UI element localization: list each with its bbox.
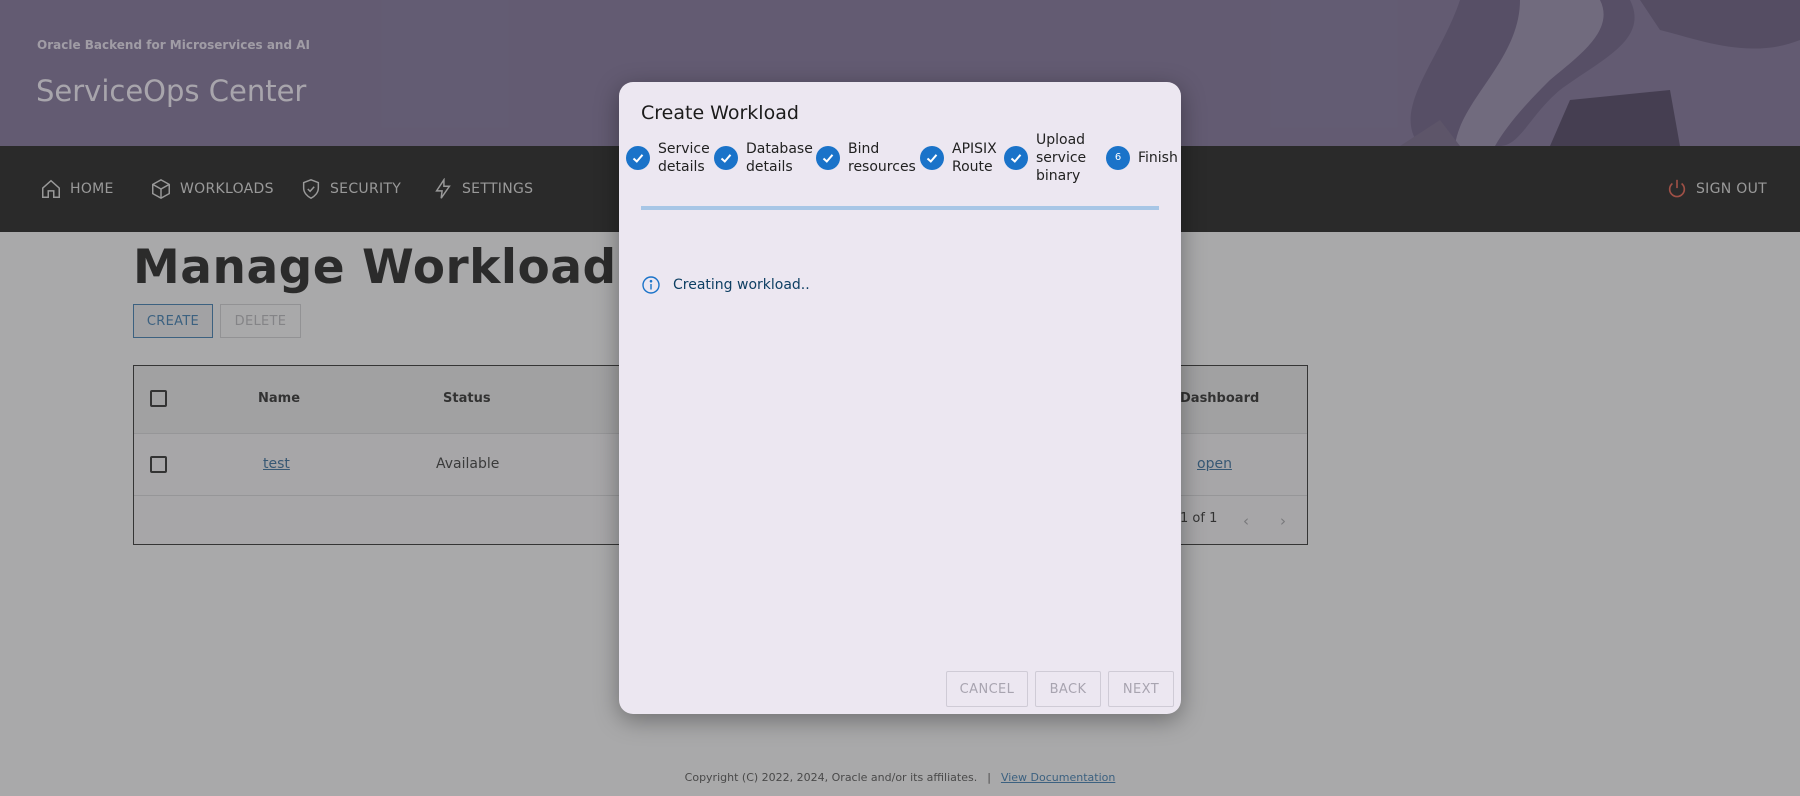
step-label-line: details bbox=[746, 159, 793, 175]
step-number-badge: 6 bbox=[1106, 146, 1130, 170]
next-button[interactable]: NEXT bbox=[1108, 671, 1174, 707]
step-label-line: APISIX bbox=[952, 141, 997, 157]
step-number: 6 bbox=[1114, 152, 1122, 163]
step-label-line: Route bbox=[952, 159, 993, 175]
info-message-text: Creating workload.. bbox=[673, 277, 810, 293]
step-label-line: Bind bbox=[848, 141, 880, 157]
step-complete-check-icon bbox=[626, 146, 650, 170]
step-label-line: details bbox=[658, 159, 705, 175]
step-database-details: Database details bbox=[714, 134, 813, 182]
cancel-button[interactable]: CANCEL bbox=[946, 671, 1028, 707]
step-complete-check-icon bbox=[1004, 146, 1028, 170]
step-label-line: Database bbox=[746, 141, 813, 157]
step-complete-check-icon bbox=[714, 146, 738, 170]
stepper-progress-bar bbox=[641, 206, 1159, 210]
create-workload-dialog: Create Workload Service details Database d… bbox=[619, 82, 1181, 714]
dialog-title: Create Workload bbox=[641, 102, 799, 124]
step-label-line: resources bbox=[848, 159, 916, 175]
step-label-line: Finish bbox=[1138, 150, 1178, 166]
step-bind-resources: Bind resources bbox=[816, 134, 916, 182]
step-label-line: Upload bbox=[1036, 132, 1086, 148]
step-service-details: Service details bbox=[626, 134, 710, 182]
info-circle-icon bbox=[642, 276, 660, 294]
step-finish: 6 Finish bbox=[1106, 134, 1178, 182]
back-button[interactable]: BACK bbox=[1035, 671, 1101, 707]
step-apisix-route: APISIX Route bbox=[920, 134, 997, 182]
step-complete-check-icon bbox=[920, 146, 944, 170]
step-label-line: binary bbox=[1036, 168, 1081, 184]
step-label-line: service bbox=[1036, 150, 1087, 166]
step-upload-service-binary: Upload service binary bbox=[1004, 132, 1087, 184]
info-message: Creating workload.. bbox=[641, 275, 810, 295]
step-complete-check-icon bbox=[816, 146, 840, 170]
step-label-line: Service bbox=[658, 141, 710, 157]
